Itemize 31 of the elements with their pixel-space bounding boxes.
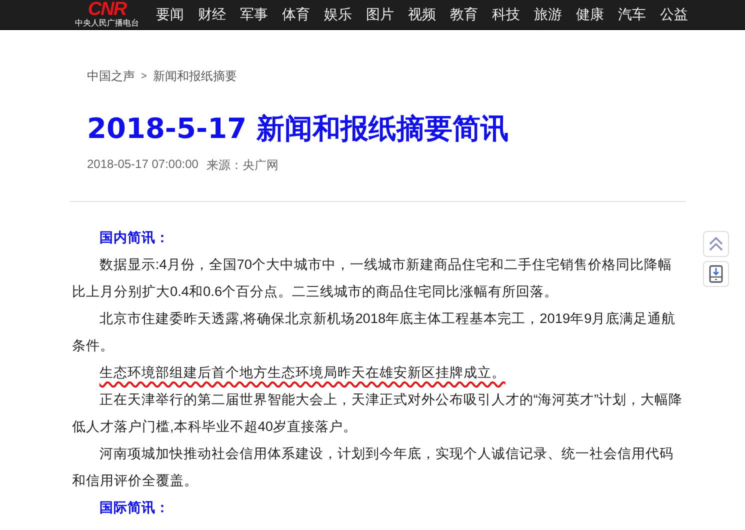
- paragraph: 河南项城加快推动社会信用体系建设，计划到今年底，实现个人诚信记录、统一社会信用代码和信用评价全覆盖。: [72, 445, 674, 490]
- back-to-top-button[interactable]: [703, 231, 729, 257]
- nav-link[interactable]: 教育: [450, 6, 492, 24]
- article-title: 2018-5-17 新闻和报纸摘要简讯: [87, 111, 510, 147]
- nav-link[interactable]: 健康: [576, 6, 618, 24]
- double-chevron-up-icon: [708, 237, 724, 251]
- paragraph: 数据显示:4月份，全国70个大中城市中，一线城市新建商品住宅和二手住宅销售价格同比降幅比上月分别扩大0.4和0.6个百分点。二三线城市的商品住宅同比涨幅有所回落。: [72, 256, 674, 301]
- breadcrumb-separator: >: [141, 71, 147, 82]
- section-heading: 国内简讯：: [98, 229, 170, 247]
- nav-link[interactable]: 财经: [198, 6, 240, 24]
- nav-link[interactable]: 公益: [660, 6, 702, 24]
- breadcrumb-link[interactable]: 新闻和报纸摘要: [152, 68, 237, 85]
- nav-link[interactable]: 旅游: [534, 6, 576, 24]
- nav-link[interactable]: 体育: [282, 6, 324, 24]
- article-source: 来源：央广网: [206, 157, 278, 174]
- breadcrumb-link[interactable]: 中国之声: [87, 68, 135, 85]
- nav-link[interactable]: 视频: [408, 6, 450, 24]
- section-heading: 国际简讯：: [98, 499, 170, 517]
- nav-link[interactable]: 汽车: [618, 6, 660, 24]
- nav-link[interactable]: 要闻: [156, 6, 198, 24]
- underlined-paragraph: 生态环境部组建后首个地方生态环境局昨天在雄安新区挂牌成立。: [99, 365, 506, 380]
- paragraph: 北京市住建委昨天透露,将确保北京新机场2018年底主体工程基本完工，2019年9月底满足通航条件。: [72, 310, 677, 355]
- download-app-button[interactable]: [703, 261, 729, 287]
- nav-link[interactable]: 娱乐: [324, 6, 366, 24]
- nav-link[interactable]: 科技: [492, 6, 534, 24]
- paragraph: 正在天津举行的第二届世界智能大会上，天津正式对外公布吸引人才的“海河英才”计划，大幅降低人才落户门槛,本科毕业不超40岁直接落户。: [72, 391, 684, 436]
- nav-link[interactable]: 图片: [366, 6, 408, 24]
- logo[interactable]: CNR 中央人民广播电台: [66, 0, 148, 29]
- nav-link[interactable]: 军事: [240, 6, 282, 24]
- tablet-download-icon: [709, 265, 723, 283]
- publish-time: 2018-05-17 07:00:00: [87, 157, 198, 173]
